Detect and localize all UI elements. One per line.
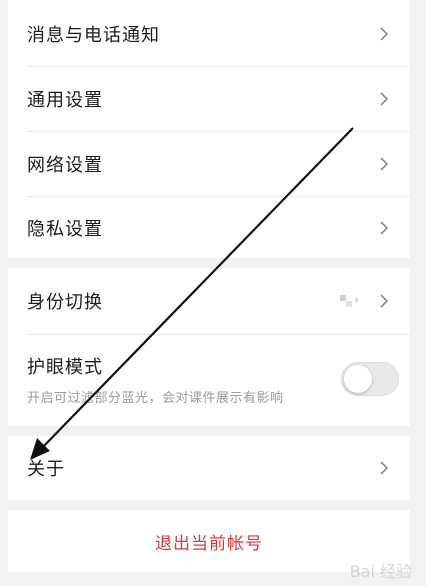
- settings-item-network[interactable]: 网络设置: [8, 132, 410, 196]
- chevron-right-icon: [380, 157, 389, 171]
- logout-label: 退出当前帐号: [155, 533, 263, 554]
- settings-item-identity-switch[interactable]: 身份切换: [8, 268, 410, 334]
- toggle-knob: [344, 365, 372, 393]
- settings-group-about: 关于: [8, 436, 410, 500]
- settings-item-label: 网络设置: [27, 155, 103, 176]
- chevron-right-icon: [380, 461, 389, 475]
- settings-item-notifications[interactable]: 消息与电话通知: [8, 2, 410, 66]
- eye-mode-toggle[interactable]: [341, 362, 399, 396]
- settings-item-privacy[interactable]: 隐私设置: [8, 197, 410, 259]
- settings-item-label: 关于: [27, 459, 65, 480]
- settings-item-label: 身份切换: [27, 292, 103, 313]
- eye-mode-description: 开启可过滤部分蓝光，会对课件展示有影响: [27, 391, 284, 406]
- settings-group-general: 消息与电话通知 通用设置 网络设置 隐私设置: [8, 0, 410, 258]
- settings-item-about[interactable]: 关于: [8, 436, 410, 500]
- settings-item-general[interactable]: 通用设置: [8, 67, 410, 131]
- identity-avatar-icon: [340, 295, 358, 307]
- settings-group-personal: 身份切换 护眼模式 开启可过滤部分蓝光，会对课件展示有影响: [8, 268, 410, 426]
- settings-item-eye-mode: 护眼模式 开启可过滤部分蓝光，会对课件展示有影响: [8, 335, 410, 426]
- chevron-right-icon: [380, 27, 389, 41]
- settings-item-label: 通用设置: [27, 90, 103, 111]
- chevron-right-icon: [380, 92, 389, 106]
- watermark: Bai 经验: [349, 562, 412, 581]
- chevron-right-icon: [380, 294, 389, 308]
- settings-item-label: 消息与电话通知: [27, 25, 160, 46]
- chevron-right-icon: [380, 221, 389, 235]
- settings-item-label: 护眼模式: [27, 357, 103, 378]
- settings-item-label: 隐私设置: [27, 219, 103, 240]
